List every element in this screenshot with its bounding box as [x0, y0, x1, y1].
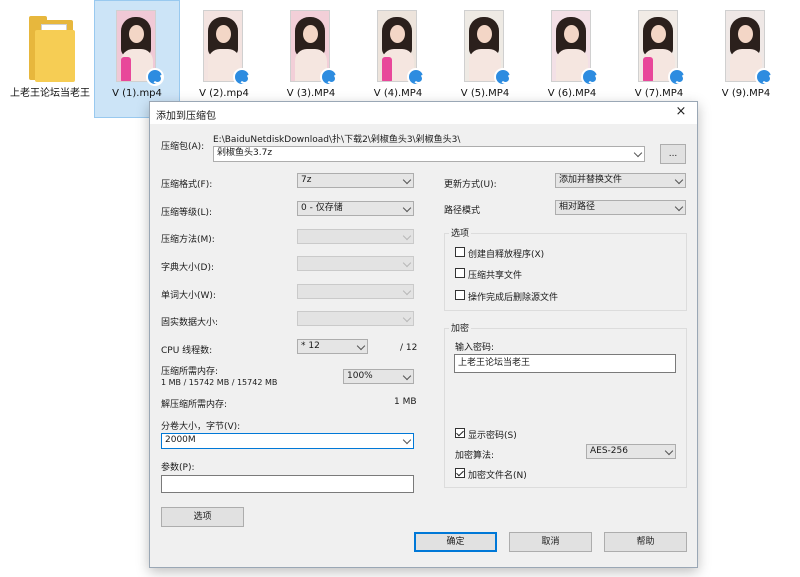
delete-source-label: 操作完成后删除源文件 — [468, 293, 559, 303]
encrypt-group-title: 加密 — [449, 321, 472, 334]
level-label: 压缩等级(L): — [161, 208, 213, 218]
format-value: 7z — [301, 175, 312, 185]
chevron-down-icon — [674, 202, 684, 212]
format-label: 压缩格式(F): — [161, 180, 213, 190]
chevron-down-icon — [664, 446, 674, 456]
archive-name-value: 剁椒鱼头3.7z — [217, 148, 273, 158]
sfx-label: 创建自释放程序(X) — [468, 250, 545, 260]
video-thumbnail — [116, 10, 156, 82]
mem-comp-value: 1 MB / 15742 MB / 15742 MB — [161, 378, 278, 387]
folder-icon — [29, 16, 77, 82]
dialog-title: 添加到压缩包 — [156, 111, 216, 122]
mem-percent-value: 100% — [347, 371, 373, 381]
cpu-select[interactable]: * 12 — [297, 339, 368, 354]
path-mode-value: 相对路径 — [559, 202, 596, 212]
algo-label: 加密算法: — [455, 451, 495, 461]
dict-label: 字典大小(D): — [161, 263, 214, 273]
update-label: 更新方式(U): — [444, 180, 497, 190]
delete-source-checkbox[interactable] — [455, 290, 465, 300]
params-input[interactable] — [161, 475, 414, 493]
chevron-down-icon — [402, 231, 412, 241]
cpu-label: CPU 线程数: — [161, 346, 213, 356]
shared-checkbox[interactable] — [455, 268, 465, 278]
encrypt-names-label: 加密文件名(N) — [468, 471, 527, 481]
options-button[interactable]: 选项 — [161, 507, 244, 527]
chevron-down-icon — [633, 148, 643, 158]
media-player-icon — [494, 68, 512, 86]
cpu-value: * 12 — [301, 341, 320, 351]
video-file-label: V (6).MP4 — [547, 88, 597, 99]
update-value: 添加并替换文件 — [559, 175, 623, 185]
mem-comp-label: 压缩所需内存: — [161, 367, 219, 377]
solid-select[interactable] — [297, 311, 414, 326]
password-label: 输入密码: — [455, 343, 495, 353]
video-file-label: V (1).mp4 — [112, 88, 162, 99]
video-file-label: V (3).MP4 — [286, 88, 336, 99]
video-file-item[interactable]: V (9).MP4 — [703, 0, 789, 118]
cpu-total: / 12 — [400, 343, 418, 353]
path-mode-select[interactable]: 相对路径 — [555, 200, 686, 215]
method-select[interactable] — [297, 229, 414, 244]
media-player-icon — [668, 68, 686, 86]
archive-path: E:\BaiduNetdiskDownload\扑\下载2\剁椒鱼头3\剁椒鱼头… — [213, 135, 461, 145]
video-file-label: V (5).MP4 — [460, 88, 510, 99]
level-select[interactable]: 0 - 仅存储 — [297, 201, 414, 216]
video-file-label: V (7).MP4 — [634, 88, 684, 99]
media-player-icon — [755, 68, 773, 86]
volume-combo[interactable]: 2000M — [161, 433, 414, 449]
path-mode-label: 路径模式 — [444, 206, 481, 216]
chevron-down-icon — [402, 286, 412, 296]
solid-label: 固实数据大小: — [161, 318, 219, 328]
chevron-down-icon — [402, 435, 412, 445]
add-to-archive-dialog: 添加到压缩包 × 压缩包(A): E:\BaiduNetdiskDownload… — [149, 101, 698, 568]
folder-label: 上老王论坛当老王 — [10, 88, 90, 99]
encrypt-names-checkbox[interactable] — [455, 468, 465, 478]
dialog-titlebar: 添加到压缩包 × — [150, 102, 697, 124]
archive-label: 压缩包(A): — [161, 142, 205, 152]
word-label: 单词大小(W): — [161, 291, 216, 301]
shared-label: 压缩共享文件 — [468, 271, 523, 281]
show-password-label: 显示密码(S) — [468, 431, 517, 441]
chevron-down-icon — [402, 371, 412, 381]
archive-name-combo[interactable]: 剁椒鱼头3.7z — [213, 146, 645, 162]
chevron-down-icon — [402, 203, 412, 213]
show-password-checkbox[interactable] — [455, 428, 465, 438]
chevron-down-icon — [356, 341, 366, 351]
volume-value: 2000M — [165, 435, 196, 445]
method-label: 压缩方法(M): — [161, 235, 215, 245]
sfx-checkbox[interactable] — [455, 247, 465, 257]
browse-button[interactable]: ... — [660, 144, 686, 164]
mem-percent-select[interactable]: 100% — [343, 369, 414, 384]
dict-select[interactable] — [297, 256, 414, 271]
help-button[interactable]: 帮助 — [604, 532, 687, 552]
chevron-down-icon — [402, 175, 412, 185]
chevron-down-icon — [402, 258, 412, 268]
media-player-icon — [233, 68, 251, 86]
level-value: 0 - 仅存储 — [301, 203, 343, 213]
mem-decomp-value: 1 MB — [394, 397, 417, 407]
algo-value: AES-256 — [590, 446, 628, 456]
ok-button[interactable]: 确定 — [414, 532, 497, 552]
update-select[interactable]: 添加并替换文件 — [555, 173, 686, 188]
params-label: 参数(P): — [161, 463, 195, 473]
password-input[interactable]: 上老王论坛当老王 — [454, 354, 676, 373]
media-player-icon — [581, 68, 599, 86]
folder-item[interactable]: 上老王论坛当老王 — [7, 0, 93, 118]
algo-select[interactable]: AES-256 — [586, 444, 676, 459]
format-select[interactable]: 7z — [297, 173, 414, 188]
volume-label: 分卷大小，字节(V): — [161, 422, 241, 432]
word-select[interactable] — [297, 284, 414, 299]
video-file-label: V (4).MP4 — [373, 88, 423, 99]
media-player-icon — [320, 68, 338, 86]
chevron-down-icon — [674, 175, 684, 185]
chevron-down-icon — [402, 313, 412, 323]
video-file-label: V (9).MP4 — [721, 88, 771, 99]
media-player-icon — [146, 68, 164, 86]
media-player-icon — [407, 68, 425, 86]
mem-decomp-label: 解压缩所需内存: — [161, 400, 228, 410]
close-button[interactable]: × — [673, 104, 689, 120]
video-file-label: V (2).mp4 — [199, 88, 249, 99]
cancel-button[interactable]: 取消 — [509, 532, 592, 552]
options-group-title: 选项 — [449, 226, 472, 239]
